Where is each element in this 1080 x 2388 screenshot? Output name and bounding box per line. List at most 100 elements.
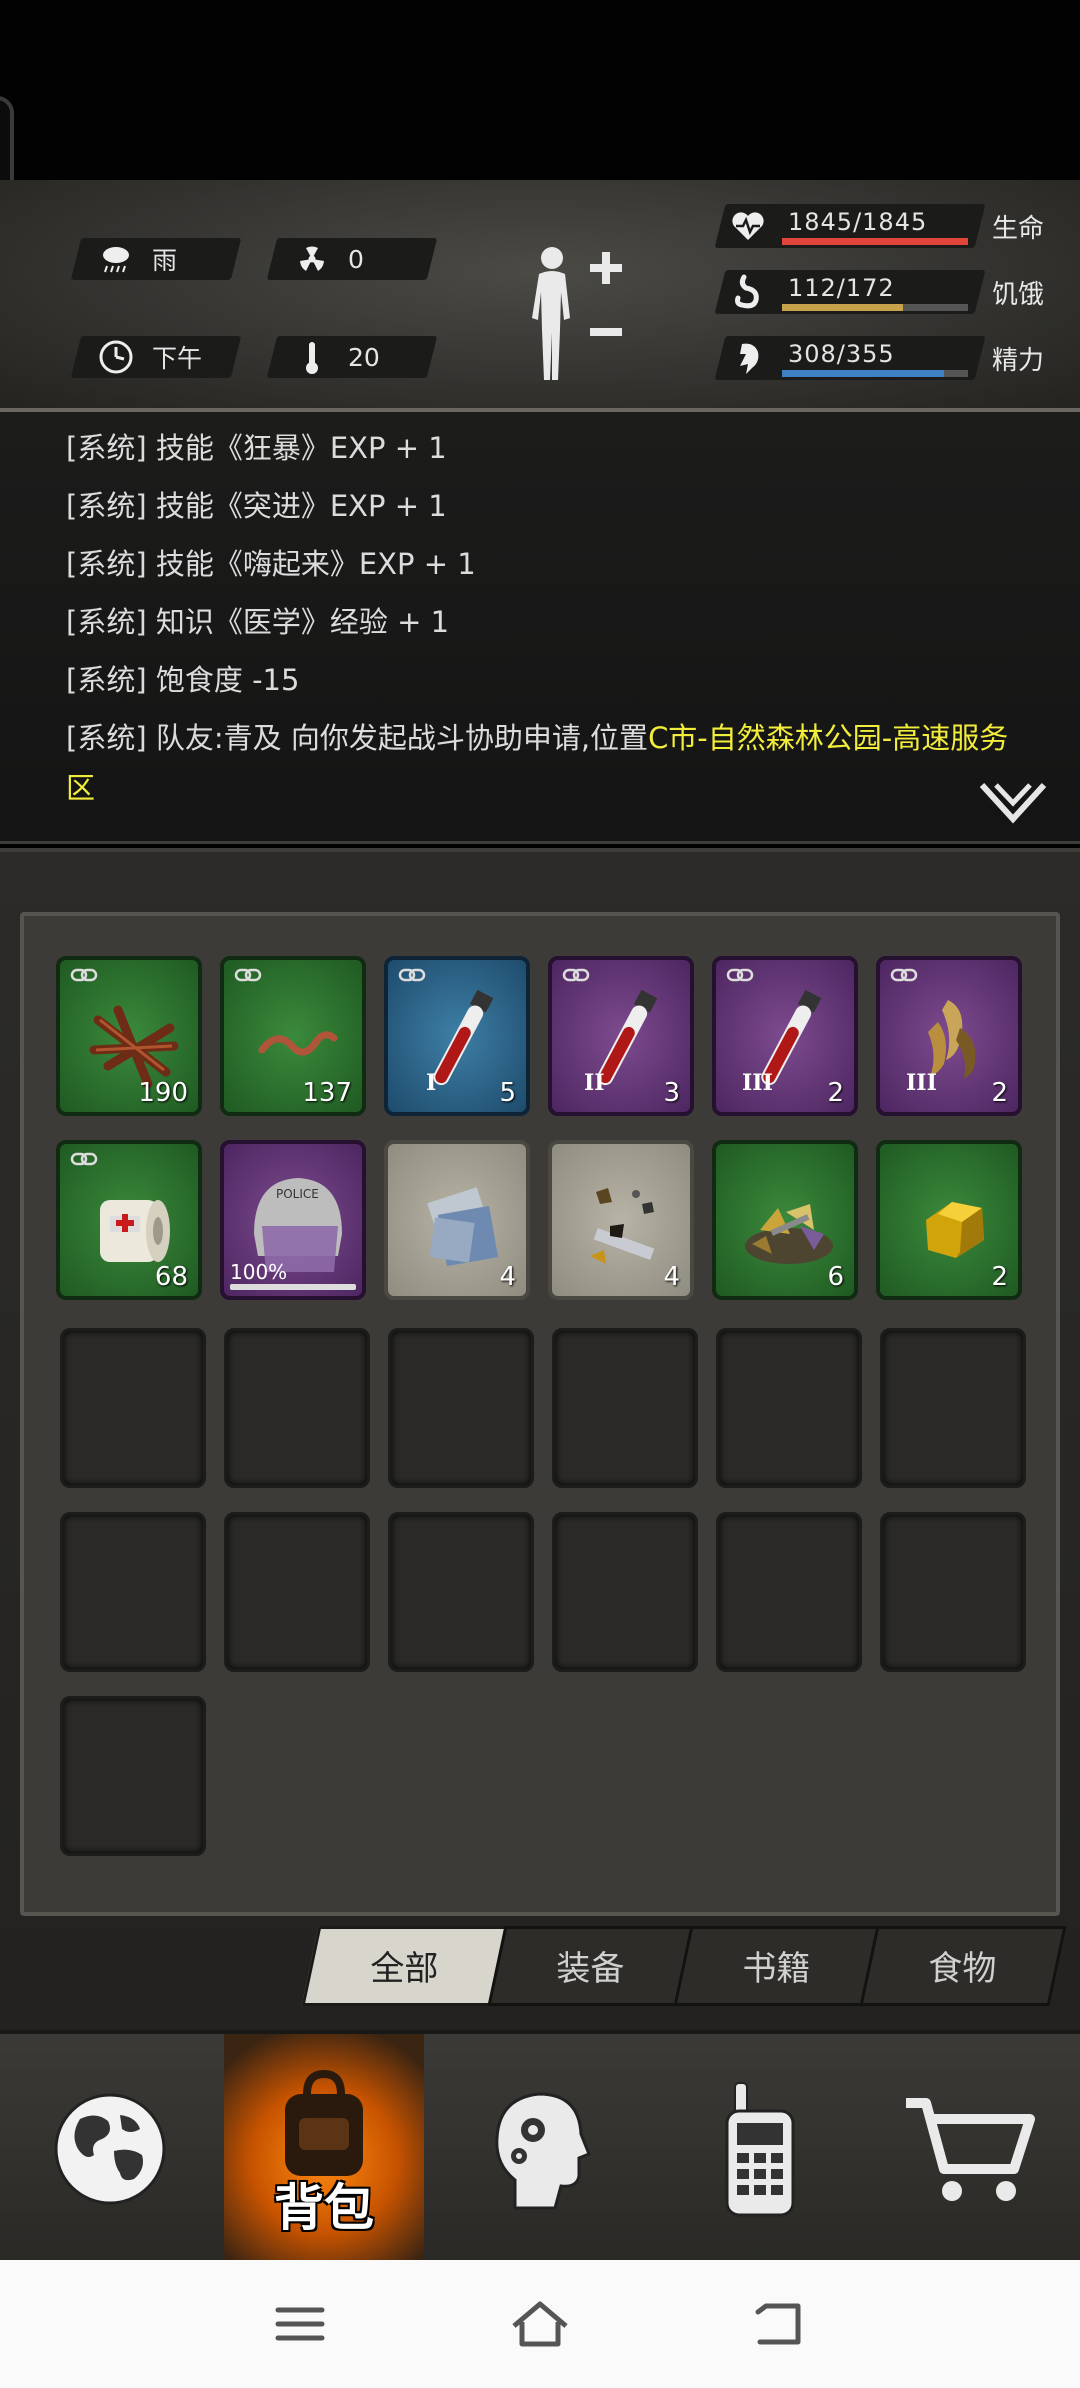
bottom-nav: 背包	[0, 2030, 1080, 2264]
nav-backpack[interactable]: 背包	[224, 2034, 424, 2264]
temperature-value: 20	[348, 342, 380, 372]
svg-text:III: III	[906, 1070, 937, 1096]
empty-slot[interactable]	[880, 1328, 1026, 1488]
tab-books[interactable]: 书籍	[673, 1926, 881, 2006]
item-scrap-metal[interactable]: 4	[548, 1140, 694, 1300]
item-gold-ore[interactable]: 2	[876, 1140, 1022, 1300]
hunger-value: 112/172	[788, 274, 895, 302]
radiation-icon	[294, 241, 330, 277]
item-worm[interactable]: 137	[220, 956, 366, 1116]
tab-equipment[interactable]: 装备	[487, 1926, 695, 2006]
empty-slot[interactable]	[224, 1512, 370, 1672]
body-status-button[interactable]	[522, 240, 632, 390]
collapse-chevron-icon[interactable]	[978, 781, 1048, 825]
item-count: 137	[302, 1078, 352, 1108]
item-count: 6	[827, 1262, 844, 1292]
item-count: 4	[663, 1262, 680, 1292]
nav-world-map[interactable]	[10, 2034, 210, 2264]
empty-slot[interactable]	[880, 1512, 1026, 1672]
svg-text:I: I	[426, 1070, 436, 1096]
rain-cloud-icon	[98, 241, 134, 277]
log-line: [系统] 技能《突进》EXP + 1	[66, 489, 447, 523]
clock-icon	[98, 339, 134, 375]
nav-skills[interactable]	[440, 2034, 640, 2264]
hunger-bar	[782, 304, 968, 311]
item-mixed-parts[interactable]: 6	[712, 1140, 858, 1300]
back-icon[interactable]	[748, 2292, 812, 2356]
log-line: [系统] 技能《狂暴》EXP + 1	[66, 431, 447, 465]
backpack-label: 背包	[274, 2179, 374, 2237]
log-line-team-request: [系统] 队友:青及 向你发起战斗协助申请,位置C市-自然森林公园-高速服务	[66, 714, 1046, 762]
log-line: [系统] 知识《医学》经验 + 1	[66, 605, 450, 639]
empty-slot[interactable]	[388, 1328, 534, 1488]
log-line: [系统] 饱食度 -15	[66, 663, 300, 697]
hunger-label: 饥饿	[992, 280, 1045, 310]
item-count: 68	[154, 1262, 188, 1292]
heart-pulse-icon	[732, 212, 764, 240]
health-stat[interactable]: 1845/1845 生命	[714, 204, 1060, 250]
item-count: 5	[499, 1078, 516, 1108]
empty-slot[interactable]	[552, 1328, 698, 1488]
empty-slot[interactable]	[716, 1512, 862, 1672]
human-body-icon	[532, 247, 622, 380]
empty-slot[interactable]	[224, 1328, 370, 1488]
thermometer-icon	[294, 339, 330, 375]
item-blood-vial-iii[interactable]: III 2	[712, 956, 858, 1116]
empty-slot[interactable]	[60, 1696, 206, 1856]
backpack-icon	[285, 2069, 363, 2176]
location-link-cont[interactable]: 区	[66, 764, 1046, 812]
nav-shop[interactable]	[870, 2034, 1070, 2264]
tab-all[interactable]: 全部	[301, 1926, 509, 2006]
location-link[interactable]: C市-自然森林公园-高速服务	[648, 721, 1008, 755]
radiation-value: 0	[348, 244, 364, 274]
radiation-chip[interactable]: 0	[266, 238, 438, 280]
inventory-area: 190 137 I 5 II 3 III 2 III 2 68 POLICE 1…	[0, 848, 1080, 2030]
walkie-talkie-icon	[725, 2082, 795, 2217]
item-bandage[interactable]: 68	[56, 1140, 202, 1300]
weather-chip[interactable]: 雨	[70, 238, 242, 280]
nav-radio[interactable]	[660, 2034, 860, 2264]
category-tabs: 全部 装备 书籍 食物	[300, 1926, 1070, 2006]
health-value: 1845/1845	[788, 208, 928, 236]
durability-text: 100%	[230, 1260, 288, 1284]
durability-bar	[230, 1284, 356, 1290]
energy-bar	[782, 370, 968, 377]
energy-label: 精力	[992, 346, 1045, 376]
log-text: [系统] 队友:青及 向你发起战斗协助申请,位置	[66, 721, 649, 755]
empty-slot[interactable]	[552, 1512, 698, 1672]
item-count: 3	[663, 1078, 680, 1108]
tab-food[interactable]: 食物	[859, 1926, 1067, 2006]
tab-all-label: 全部	[370, 1949, 439, 1989]
item-count: 190	[138, 1078, 188, 1108]
empty-slot[interactable]	[60, 1512, 206, 1672]
item-blood-vial-i[interactable]: I 5	[384, 956, 530, 1116]
empty-slot[interactable]	[716, 1328, 862, 1488]
inventory-grid: 190 137 I 5 II 3 III 2 III 2 68 POLICE 1…	[20, 912, 1060, 1916]
menu-icon[interactable]	[268, 2292, 332, 2356]
item-claws-iii[interactable]: III 2	[876, 956, 1022, 1116]
energy-icon	[740, 343, 759, 374]
temperature-chip[interactable]: 20	[266, 336, 438, 378]
status-header: 雨 0 下午 20 1845/1845 生命 112/172 饥饿 308/35…	[0, 180, 1080, 412]
time-chip[interactable]: 下午	[70, 336, 242, 378]
helmet-text: POLICE	[276, 1187, 319, 1201]
item-wood-sticks[interactable]: 190	[56, 956, 202, 1116]
item-paper[interactable]: 4	[384, 1140, 530, 1300]
item-blood-vial-ii[interactable]: II 3	[548, 956, 694, 1116]
hunger-stat[interactable]: 112/172 饥饿	[714, 270, 1060, 316]
message-log[interactable]: [系统] 技能《狂暴》EXP + 1 [系统] 技能《突进》EXP + 1 [系…	[0, 412, 1080, 844]
shopping-cart-icon	[906, 2098, 1035, 2201]
empty-slot[interactable]	[60, 1328, 206, 1488]
item-police-helmet[interactable]: POLICE 100%	[220, 1140, 366, 1300]
health-bar	[782, 238, 968, 245]
svg-text:III: III	[742, 1070, 773, 1096]
empty-slot[interactable]	[388, 1512, 534, 1672]
energy-value: 308/355	[788, 340, 895, 368]
home-icon[interactable]	[508, 2292, 572, 2356]
item-count: 2	[827, 1078, 844, 1108]
top-bar	[0, 0, 1080, 180]
head-gears-icon	[495, 2092, 591, 2210]
energy-stat[interactable]: 308/355 精力	[714, 336, 1060, 382]
system-navigation-bar	[0, 2260, 1080, 2388]
svg-text:II: II	[584, 1070, 605, 1096]
